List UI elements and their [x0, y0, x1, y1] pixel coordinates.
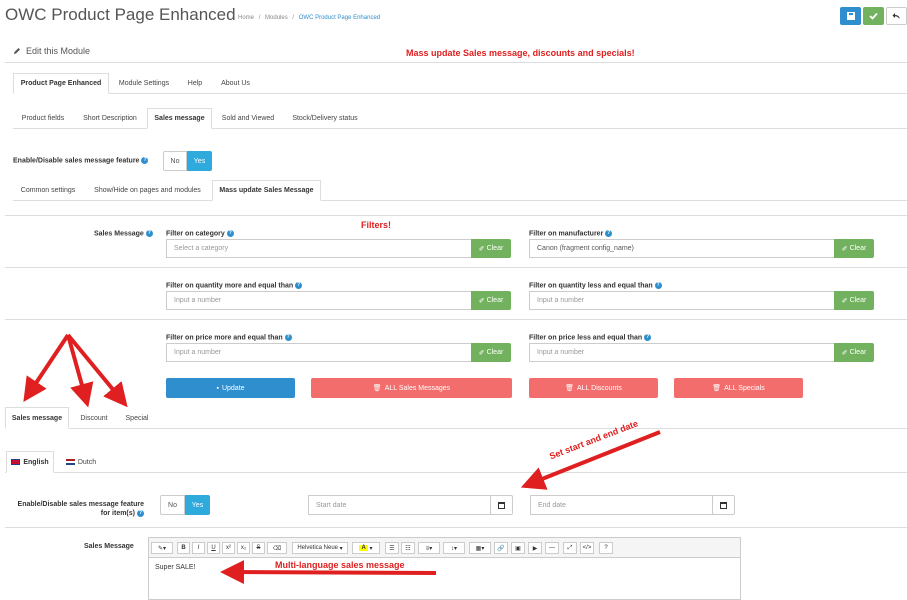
annotation-arrows — [23, 333, 661, 585]
multilang-annotation: Multi-language sales message — [275, 560, 405, 570]
